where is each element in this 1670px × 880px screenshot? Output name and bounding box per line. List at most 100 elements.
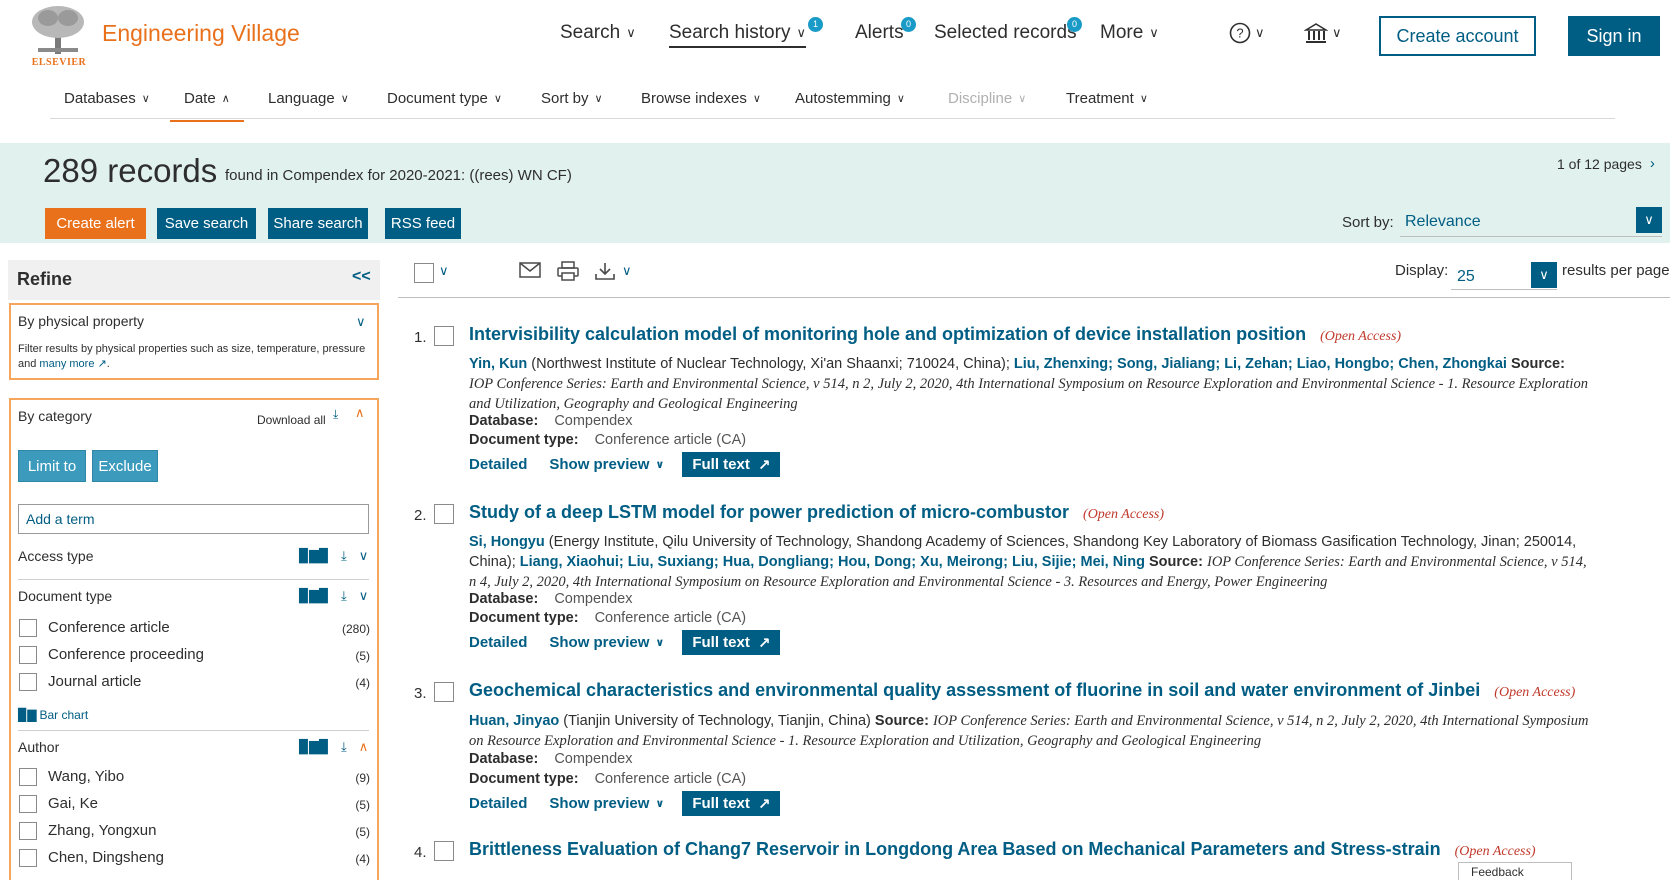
author-link[interactable]: Chen, Zhongkai [1398,356,1507,372]
chevron-down-icon[interactable]: ∨ [356,314,366,330]
filter-document-type[interactable]: Document type ∨ [387,90,502,107]
institution-button[interactable]: ∨ [1304,22,1342,44]
facet-checkbox[interactable] [19,795,37,813]
print-icon[interactable] [556,261,580,281]
download-icon[interactable] [594,261,616,281]
doctype-row: Document type: Conference article (CA) [469,432,746,448]
detailed-link[interactable]: Detailed [469,795,527,812]
download-icon[interactable]: ⤓ [333,407,338,422]
download-all-link[interactable]: Download all [257,413,326,427]
author-link[interactable]: Xu, Meirong; [920,554,1008,570]
show-preview-link[interactable]: Show preview ∨ [549,456,664,473]
download-icon[interactable]: ⤓ [341,739,347,755]
download-icon[interactable]: ⤓ [341,548,347,564]
create-account-button[interactable]: Create account [1379,16,1536,56]
result-title-link[interactable]: Geochemical characteristics and environm… [469,680,1480,700]
nav-selected-records[interactable]: Selected records [934,22,1077,44]
add-term-input[interactable] [18,504,369,534]
result-title-link[interactable]: Intervisibility calculation model of mon… [469,324,1306,344]
result-checkbox[interactable] [434,841,454,861]
filter-browse-indexes[interactable]: Browse indexes ∨ [641,90,761,107]
result-title-link[interactable]: Brittleness Evaluation of Chang7 Reservo… [469,839,1441,859]
author-link[interactable]: Liu, Zhenxing; [1014,356,1113,372]
filter-treatment[interactable]: Treatment ∨ [1066,90,1148,107]
sort-by-select[interactable]: Relevance ∨ [1400,207,1662,237]
nav-alerts[interactable]: Alerts [855,22,904,44]
bar-chart-icon[interactable]: ▉▇▉ [299,588,329,604]
bar-chart-icon[interactable]: ▉▇▉ [299,739,329,755]
filter-sort-by[interactable]: Sort by ∨ [541,90,603,107]
pagination[interactable]: 1 of 12 pages › [1557,155,1655,172]
help-button[interactable]: ? ∨ [1229,22,1265,44]
access-type-facet-title[interactable]: Access type [18,548,93,564]
create-alert-button[interactable]: Create alert [45,208,146,239]
elsevier-tree-logo[interactable] [28,4,88,56]
author-link[interactable]: Liu, Suxiang; [628,554,719,570]
author-link[interactable]: Liang, Xiaohui; [520,554,624,570]
bar-chart-icon[interactable]: ▉▇▉ [299,548,329,564]
chevron-down-icon[interactable]: ∨ [622,263,632,279]
rss-feed-button[interactable]: RSS feed [385,208,461,239]
nav-search[interactable]: Search ∨ [560,22,636,44]
exclude-button[interactable]: Exclude [92,450,158,482]
author-link[interactable]: Hua, Dongliang; [723,554,834,570]
author-link[interactable]: Song, Jialiang; [1117,356,1220,372]
author-link[interactable]: Si, Hongyu [469,534,545,550]
email-icon[interactable] [519,261,541,279]
download-icon[interactable]: ⤓ [341,588,347,604]
detailed-link[interactable]: Detailed [469,456,527,473]
facet-checkbox[interactable] [19,646,37,664]
save-search-button[interactable]: Save search [157,208,256,239]
chevron-right-icon[interactable]: › [1650,155,1655,172]
author-link[interactable]: Yin, Kun [469,356,527,372]
chevron-down-icon[interactable]: ∨ [439,263,449,279]
sign-in-button[interactable]: Sign in [1568,16,1660,56]
show-preview-link[interactable]: Show preview ∨ [549,795,664,812]
chevron-up-icon[interactable]: ∧ [359,739,369,755]
limit-to-button[interactable]: Limit to [18,450,86,482]
full-text-button[interactable]: Full text ↗ [682,630,781,655]
result-title-link[interactable]: Study of a deep LSTM model for power pre… [469,502,1069,522]
document-type-facet-title[interactable]: Document type [18,588,112,604]
facet-checkbox[interactable] [19,768,37,786]
chevron-up-icon[interactable]: ∧ [355,405,365,421]
select-all-checkbox[interactable] [414,263,434,283]
filter-autostemming[interactable]: Autostemming ∨ [795,90,905,107]
nav-more[interactable]: More ∨ [1100,22,1159,44]
filter-language[interactable]: Language ∨ [268,90,349,107]
full-text-button[interactable]: Full text ↗ [682,452,781,477]
author-link[interactable]: Li, Zehan; [1224,356,1292,372]
author-link[interactable]: Liao, Hongbo; [1297,356,1394,372]
author-facet-title[interactable]: Author [18,739,59,755]
many-more-link[interactable]: many more [39,358,94,370]
show-preview-link[interactable]: Show preview ∨ [549,634,664,651]
facet-checkbox[interactable] [19,673,37,691]
chevron-down-icon[interactable]: ∨ [359,588,369,604]
physical-property-title[interactable]: By physical property [18,313,144,329]
detailed-link[interactable]: Detailed [469,634,527,651]
bar-chart-link[interactable]: ▉▇ Bar chart [18,708,88,722]
filter-date[interactable]: Date ∧ [170,90,244,122]
chevron-down-icon[interactable]: ∨ [359,548,369,564]
author-link[interactable]: Hou, Dong; [838,554,916,570]
facet-checkbox[interactable] [19,849,37,867]
brand-title[interactable]: Engineering Village [102,20,300,47]
facet-option-count: (5) [355,798,370,812]
share-search-button[interactable]: Share search [268,208,368,239]
result-authors-source: Huan, Jinyao (Tianjin University of Tech… [469,711,1589,751]
filter-databases[interactable]: Databases ∨ [64,90,150,107]
facet-checkbox[interactable] [19,822,37,840]
collapse-sidebar-button[interactable]: << [352,268,371,286]
author-link[interactable]: Mei, Ning [1080,554,1144,570]
display-select[interactable]: 25 ∨ [1451,260,1557,290]
help-icon: ? [1229,22,1251,44]
author-link[interactable]: Huan, Jinyao [469,713,559,729]
facet-checkbox[interactable] [19,619,37,637]
result-checkbox[interactable] [434,326,454,346]
full-text-button[interactable]: Full text ↗ [682,791,781,816]
result-checkbox[interactable] [434,682,454,702]
result-checkbox[interactable] [434,504,454,524]
author-link[interactable]: Liu, Sijie; [1012,554,1076,570]
nav-search-history[interactable]: Search history ∨ [669,22,806,48]
feedback-tab[interactable]: Feedback [1458,862,1572,880]
